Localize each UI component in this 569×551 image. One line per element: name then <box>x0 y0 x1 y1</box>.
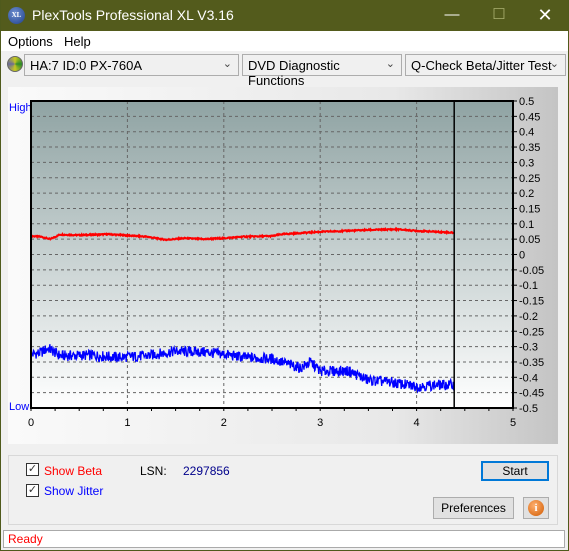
y-tick-label: 0.15 <box>519 203 540 215</box>
y-tick-label: 0 <box>519 250 525 262</box>
start-button[interactable]: Start <box>481 461 549 481</box>
x-tick-label: 4 <box>414 417 420 429</box>
function-value: DVD Diagnostic Functions <box>248 58 340 88</box>
minimize-button[interactable]: — <box>437 4 467 26</box>
chevron-down-icon: ⌄ <box>549 58 559 70</box>
disc-icon <box>7 56 23 72</box>
y-tick-label: -0.5 <box>519 403 538 415</box>
y-tick-label: 0.45 <box>519 111 540 123</box>
info-button[interactable]: i <box>523 497 549 519</box>
beta-jitter-chart: High Low 0.50.450.40.350.30.250.20.150.1… <box>9 96 544 429</box>
maximize-button[interactable]: ☐ <box>484 4 514 26</box>
y-tick-label: -0.45 <box>519 388 544 400</box>
lsn-value: 2297856 <box>183 464 230 478</box>
chart-panel: High Low 0.5 0.45 0.4 0.35 0.3 0.25 0.2 0.15 0.1… <box>8 87 558 444</box>
app-logo: XL <box>8 7 25 24</box>
y-tick-label: 0.25 <box>519 173 540 185</box>
toolbar: HA:7 ID:0 PX-760A ⌄ DVD Diagnostic Functi… <box>1 51 568 88</box>
x-tick-label: 5 <box>510 417 516 429</box>
drive-value: HA:7 ID:0 PX-760A <box>30 58 142 73</box>
y-tick-label: 0.35 <box>519 142 540 154</box>
x-tick-label: 3 <box>317 417 323 429</box>
low-label: Low <box>9 401 29 413</box>
info-icon: i <box>528 500 544 516</box>
x-tick-label: 2 <box>221 417 227 429</box>
function-select[interactable]: DVD Diagnostic Functions ⌄ <box>242 54 402 88</box>
menu-options[interactable]: Options <box>8 34 53 49</box>
title-bar: XL PlexTools Professional XL V3.16 — ☐ ✕ <box>1 0 568 31</box>
status-bar: Ready <box>3 530 565 548</box>
show-jitter-checkbox[interactable]: ✓ <box>26 484 39 497</box>
show-beta-label[interactable]: Show Beta <box>44 464 102 478</box>
y-tick-label: -0.35 <box>519 357 544 369</box>
menu-bar: Options Help <box>1 31 568 51</box>
y-tick-label: -0.1 <box>519 280 538 292</box>
chevron-down-icon: ⌄ <box>222 58 232 70</box>
menu-help[interactable]: Help <box>64 34 91 49</box>
show-beta-checkbox[interactable]: ✓ <box>26 463 39 476</box>
y-tick-label: -0.4 <box>519 372 538 384</box>
y-tick-label: 0.2 <box>519 188 534 200</box>
y-tick-label: -0.3 <box>519 342 538 354</box>
lsn-label: LSN: <box>140 464 167 478</box>
y-tick-label: 0.3 <box>519 157 534 169</box>
preferences-button[interactable]: Preferences <box>433 497 514 519</box>
window-title: PlexTools Professional XL V3.16 <box>32 7 234 23</box>
y-tick-label: 0.1 <box>519 219 534 231</box>
show-jitter-label[interactable]: Show Jitter <box>44 484 103 498</box>
drive-select[interactable]: HA:7 ID:0 PX-760A ⌄ <box>24 54 239 76</box>
options-panel: ✓ Show Beta ✓ Show Jitter LSN: 2297856 S… <box>8 455 558 525</box>
high-label: High <box>9 102 32 114</box>
close-button[interactable]: ✕ <box>530 4 560 26</box>
y-tick-label: -0.15 <box>519 296 544 308</box>
x-tick-label: 0 <box>28 417 34 429</box>
y-tick-label: -0.2 <box>519 311 538 323</box>
x-tick-label: 1 <box>124 417 130 429</box>
y-tick-label: -0.25 <box>519 326 544 338</box>
y-tick-label: 0.5 <box>519 96 534 108</box>
test-select[interactable]: Q-Check Beta/Jitter Test ⌄ <box>405 54 566 76</box>
test-value: Q-Check Beta/Jitter Test <box>411 58 552 73</box>
y-tick-label: 0.05 <box>519 234 540 246</box>
chevron-down-icon: ⌄ <box>385 58 395 70</box>
y-tick-label: 0.4 <box>519 127 534 139</box>
y-tick-label: -0.05 <box>519 265 544 277</box>
